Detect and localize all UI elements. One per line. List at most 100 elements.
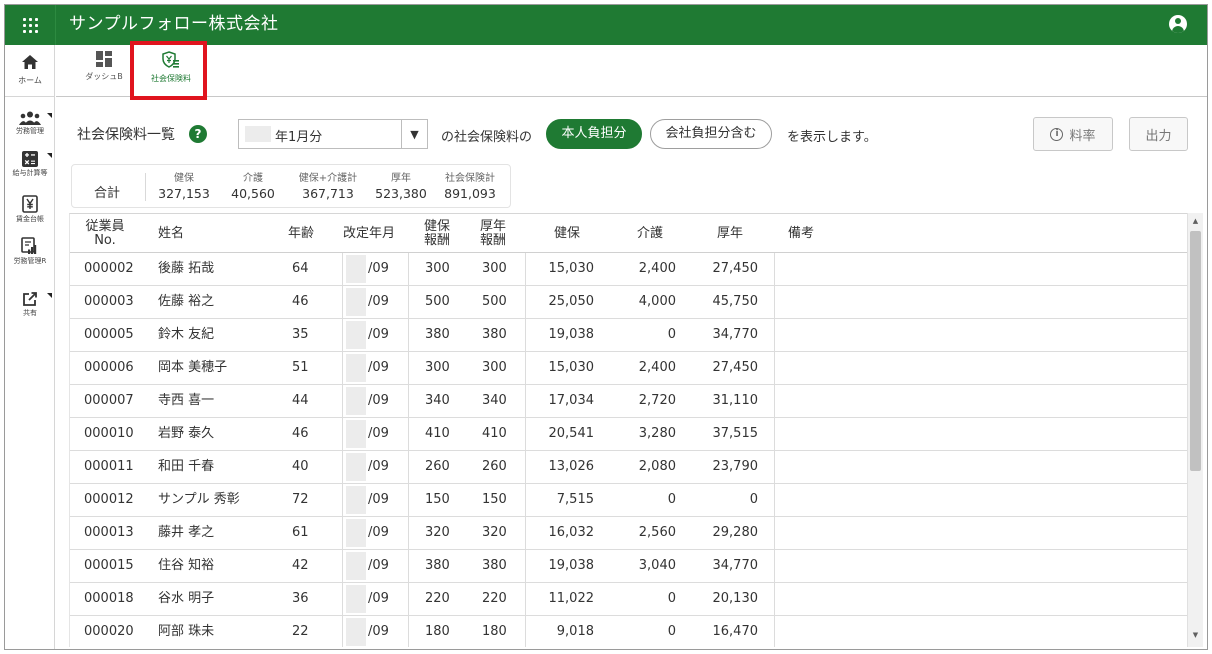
cell-kenpo: 9,018 xyxy=(556,624,594,639)
col-age[interactable]: 年齢 xyxy=(288,214,314,253)
cell-note[interactable] xyxy=(788,517,1178,549)
cell-name: 岡本 美穂子 xyxy=(158,360,228,375)
cell-revised-month: /09 xyxy=(368,591,389,606)
rail-item-labor-r[interactable]: 労務管理R xyxy=(5,237,55,277)
rail-item-wage-ledger[interactable]: 賃金台帳 xyxy=(5,195,55,235)
col-employee-no[interactable]: 従業員 No. xyxy=(80,214,130,253)
total-kosei: 厚年 523,380 xyxy=(375,173,427,201)
user-account-icon[interactable] xyxy=(1169,15,1187,33)
cell-note[interactable] xyxy=(788,319,1178,351)
cell-kosei-remuneration: 300 xyxy=(482,360,507,375)
table-row[interactable]: 000010 岩野 泰久 46/09 410 410 20,541 3,280 37,515 xyxy=(70,418,1187,451)
col-kenpo[interactable]: 健保 xyxy=(554,214,580,253)
rate-button[interactable]: i 料率 xyxy=(1033,117,1113,151)
month-select-value: 年1月分 xyxy=(275,130,323,145)
insurance-table: 従業員 No. 姓名 年齢 改定年月 健保 報酬 厚年 報酬 健保 介護 厚年 備考 … xyxy=(69,213,1187,647)
table-row[interactable]: 000020 阿部 珠未 22/09 180 180 9,018 0 16,470 xyxy=(70,616,1187,647)
table-row[interactable]: 000011 和田 千春 40/09 260 260 13,026 2,080 23,790 xyxy=(70,451,1187,484)
cell-note[interactable] xyxy=(788,550,1178,582)
cell-kosei-remuneration: 380 xyxy=(482,558,507,573)
cell-employee-no: 000003 xyxy=(84,294,134,309)
redacted-year xyxy=(346,486,366,514)
self-burden-toggle[interactable]: 本人負担分 xyxy=(546,119,642,149)
cell-kosei: 34,770 xyxy=(712,558,759,573)
cell-age: 36 xyxy=(292,591,309,606)
cell-note[interactable] xyxy=(788,616,1178,647)
cell-kenpo-remuneration: 180 xyxy=(425,624,450,639)
cell-kenpo-remuneration: 380 xyxy=(425,327,450,342)
scroll-down-arrow-icon[interactable]: ▼ xyxy=(1188,627,1203,643)
cell-note[interactable] xyxy=(788,583,1178,615)
scroll-thumb[interactable] xyxy=(1190,231,1201,471)
rail-item-payroll[interactable]: 給与計算等 xyxy=(5,151,55,191)
feature-toolbar: ダッシュB 社会保険料 xyxy=(56,45,1207,97)
table-row[interactable]: 000002 後藤 拓哉 64/09 300 300 15,030 2,400 27,450 xyxy=(70,253,1187,286)
cell-kosei: 34,770 xyxy=(712,327,759,342)
cell-kenpo-remuneration: 340 xyxy=(425,393,450,408)
cell-employee-no: 000010 xyxy=(84,426,134,441)
table-row[interactable]: 000003 佐藤 裕之 46/09 500 500 25,050 4,000 45,750 xyxy=(70,286,1187,319)
cell-name: 寺西 喜一 xyxy=(158,393,215,408)
cell-kosei-remuneration: 500 xyxy=(482,294,507,309)
col-revised-month[interactable]: 改定年月 xyxy=(343,214,395,253)
cell-name: 住谷 知裕 xyxy=(158,558,215,573)
cell-kenpo: 16,032 xyxy=(548,525,595,540)
insurance-shield-icon xyxy=(162,51,179,68)
export-button[interactable]: 出力 xyxy=(1129,117,1188,151)
cell-kenpo-remuneration: 320 xyxy=(425,525,450,540)
company-name: サンプルフォロー株式会社 xyxy=(69,14,279,34)
tab-social-insurance[interactable]: 社会保険料 xyxy=(141,51,201,84)
cell-note[interactable] xyxy=(788,352,1178,384)
table-row[interactable]: 000015 住谷 知裕 42/09 380 380 19,038 3,040 34,770 xyxy=(70,550,1187,583)
cell-kenpo: 13,026 xyxy=(548,459,595,474)
col-note[interactable]: 備考 xyxy=(788,214,814,253)
table-row[interactable]: 000006 岡本 美穂子 51/09 300 300 15,030 2,400 27,450 xyxy=(70,352,1187,385)
cell-employee-no: 000011 xyxy=(84,459,134,474)
cell-note[interactable] xyxy=(788,451,1178,483)
cell-note[interactable] xyxy=(788,418,1178,450)
cell-kenpo: 11,022 xyxy=(548,591,595,606)
totals-panel: 合計 健保 327,153 介護 40,560 健保+介護計 367,713 厚年 52… xyxy=(71,164,511,208)
table-row[interactable]: 000007 寺西 喜一 44/09 340 340 17,034 2,720 31,110 xyxy=(70,385,1187,418)
table-row[interactable]: 000012 サンプル 秀彰 72/09 150 150 7,515 0 0 xyxy=(70,484,1187,517)
help-icon[interactable]: ? xyxy=(189,125,207,143)
col-kaigo[interactable]: 介護 xyxy=(637,214,663,253)
people-icon xyxy=(19,111,41,125)
cell-note[interactable] xyxy=(788,385,1178,417)
col-kosei-remuneration[interactable]: 厚年 報酬 xyxy=(478,214,508,253)
cell-name: 鈴木 友紀 xyxy=(158,327,215,342)
rail-home-button[interactable]: ホーム xyxy=(5,45,55,97)
table-row[interactable]: 000018 谷水 明子 36/09 220 220 11,022 0 20,130 xyxy=(70,583,1187,616)
cell-kosei-remuneration: 410 xyxy=(482,426,507,441)
month-select[interactable]: 年1月分 ▼ xyxy=(238,119,428,149)
cell-age: 40 xyxy=(292,459,309,474)
scroll-up-arrow-icon[interactable]: ▲ xyxy=(1188,213,1203,229)
cell-kaigo: 2,080 xyxy=(638,459,676,474)
chevron-down-icon[interactable]: ▼ xyxy=(401,120,427,148)
tab-dashboard-b[interactable]: ダッシュB xyxy=(74,51,134,82)
cell-revised-month: /09 xyxy=(368,294,389,309)
cell-kosei-remuneration: 340 xyxy=(482,393,507,408)
cell-kosei-remuneration: 380 xyxy=(482,327,507,342)
cell-kaigo: 0 xyxy=(667,327,676,342)
col-kenpo-remuneration[interactable]: 健保 報酬 xyxy=(422,214,452,253)
cell-note[interactable] xyxy=(788,286,1178,318)
cell-name: 阿部 珠未 xyxy=(158,624,215,639)
table-scrollbar[interactable]: ▲ ▼ xyxy=(1187,213,1203,647)
rail-item-label: 労務管理R xyxy=(13,257,47,265)
app-launcher-button[interactable] xyxy=(5,5,55,45)
col-kosei[interactable]: 厚年 xyxy=(717,214,743,253)
cell-note[interactable] xyxy=(788,253,1178,285)
cell-employee-no: 000018 xyxy=(84,591,134,606)
table-row[interactable]: 000013 藤井 孝之 61/09 320 320 16,032 2,560 29,280 xyxy=(70,517,1187,550)
table-row[interactable]: 000005 鈴木 友紀 35/09 380 380 19,038 0 34,770 xyxy=(70,319,1187,352)
home-icon xyxy=(22,55,38,69)
col-name[interactable]: 姓名 xyxy=(158,214,184,253)
cell-employee-no: 000012 xyxy=(84,492,134,507)
rail-item-labor[interactable]: 労務管理 xyxy=(5,111,55,151)
cell-note[interactable] xyxy=(788,484,1178,516)
company-burden-toggle[interactable]: 会社負担分含む xyxy=(650,119,772,149)
redacted-year xyxy=(346,519,366,547)
rail-item-share[interactable]: 共有 xyxy=(5,291,55,331)
cell-kosei-remuneration: 220 xyxy=(482,591,507,606)
